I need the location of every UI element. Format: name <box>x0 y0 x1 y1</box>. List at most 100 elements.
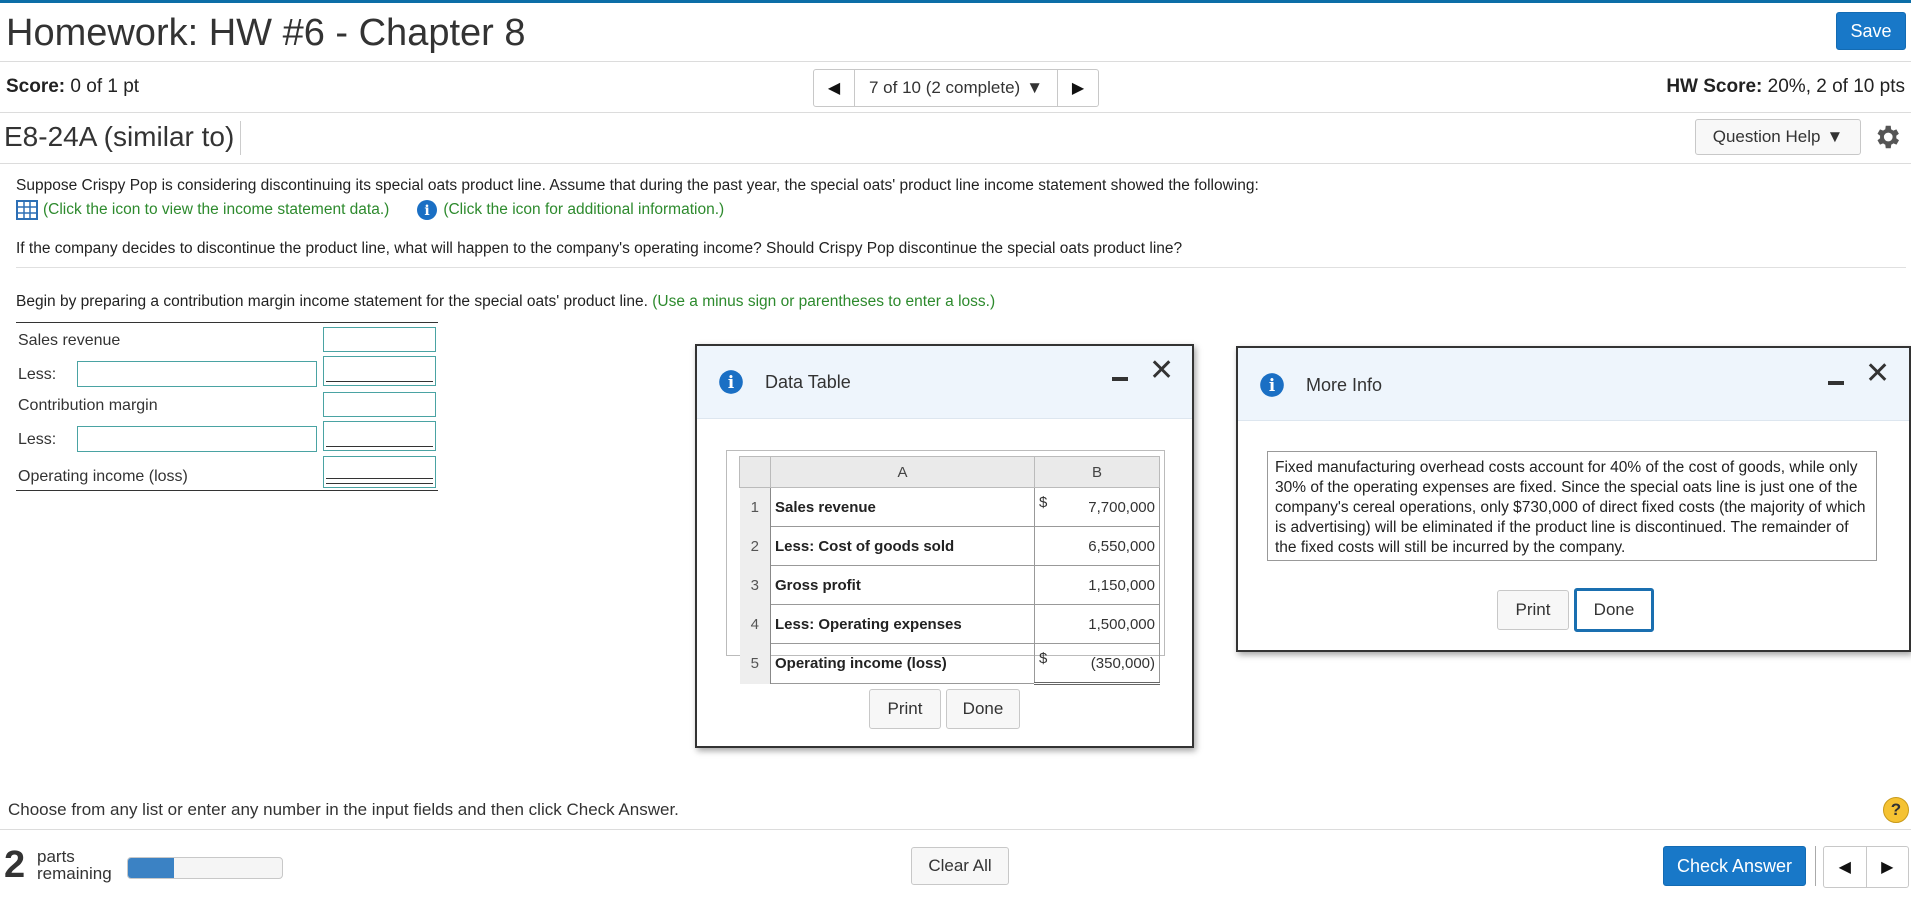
row-number: 1 <box>739 487 771 527</box>
statement-bottom-rule <box>16 490 438 491</box>
save-button[interactable]: Save <box>1836 12 1906 50</box>
question-id: E8-24A (similar to) <box>4 121 242 155</box>
question-help-button[interactable]: Question Help ▼ <box>1695 119 1861 155</box>
score-value: 0 of 1 pt <box>70 76 140 97</box>
triangle-right-icon: ▶ <box>1071 80 1085 97</box>
contribution-margin-input[interactable] <box>323 392 436 417</box>
hw-score-value: 20%, 2 of 10 pts <box>1767 76 1905 97</box>
score-label: Score: <box>6 76 66 97</box>
resource-links: (Click the icon to view the income state… <box>16 199 724 221</box>
parts-progress-bar <box>127 857 283 879</box>
statement-row-contribution-margin: Contribution margin <box>18 397 158 414</box>
table-grid-icon[interactable] <box>16 200 38 220</box>
minimize-icon[interactable] <box>1112 377 1128 381</box>
income-statement-data-table: A B 1 Sales revenue $ 7,700,000 2 Less: … <box>726 450 1165 685</box>
instruction-text: Begin by preparing a contribution margin… <box>16 293 648 310</box>
row-currency <box>1034 604 1061 644</box>
statement-row-sales-revenue: Sales revenue <box>18 332 121 349</box>
more-info-text: Fixed manufacturing overhead costs accou… <box>1267 451 1877 561</box>
data-table-link[interactable]: (Click the icon to view the income state… <box>43 201 389 219</box>
footer-previous-button[interactable]: ◀ <box>1824 847 1867 887</box>
footer-nav-separator <box>1815 846 1816 886</box>
parts-remaining-label: parts remaining <box>37 848 112 882</box>
less-2-label-input[interactable] <box>77 426 317 452</box>
data-table-done-button[interactable]: Done <box>946 689 1020 729</box>
table-header-row: A B <box>739 456 1160 488</box>
data-table-dialog-title: Data Table <box>765 372 851 392</box>
table-row: 3 Gross profit 1,150,000 <box>739 565 1160 605</box>
row-value: (350,000) <box>1061 643 1160 685</box>
question-navigator: ◀ 7 of 10 (2 complete) ▼ ▶ <box>813 69 1100 107</box>
info-icon[interactable]: i <box>416 199 438 221</box>
score: Score: 0 of 1 pt <box>6 76 139 98</box>
sales-revenue-input[interactable] <box>323 327 436 352</box>
income-statement-table: A B 1 Sales revenue $ 7,700,000 2 Less: … <box>739 456 1160 685</box>
row-value: 6,550,000 <box>1061 526 1160 566</box>
table-row: 4 Less: Operating expenses 1,500,000 <box>739 604 1160 644</box>
row-label: Gross profit <box>770 565 1035 605</box>
table-row: 5 Operating income (loss) $ (350,000) <box>739 643 1160 685</box>
row-currency: $ <box>1034 487 1061 527</box>
triangle-down-icon: ▼ <box>1826 127 1844 146</box>
row-value: 7,700,000 <box>1061 487 1160 527</box>
svg-text:i: i <box>728 372 734 392</box>
svg-text:i: i <box>1269 375 1275 395</box>
less-1-label-input[interactable] <box>77 361 317 387</box>
more-info-print-button[interactable]: Print <box>1497 590 1569 630</box>
clear-all-button[interactable]: Clear All <box>911 847 1009 885</box>
question-position: 7 of 10 (2 complete) <box>869 78 1021 97</box>
triangle-down-icon: ▼ <box>1026 78 1044 97</box>
header: Homework: HW #6 - Chapter 8 Save <box>0 3 1911 62</box>
question-selector[interactable]: 7 of 10 (2 complete) ▼ <box>855 70 1057 106</box>
row-number: 4 <box>739 604 771 644</box>
footer-hint: Choose from any list or enter any number… <box>8 800 679 819</box>
more-info-dialog-title: More Info <box>1306 375 1383 395</box>
triangle-left-icon: ◀ <box>827 80 841 97</box>
table-row: 1 Sales revenue $ 7,700,000 <box>739 487 1160 527</box>
gear-icon[interactable] <box>1872 122 1902 152</box>
data-table-dialog-header: i Data Table ✕ <box>697 346 1192 419</box>
data-table-print-button[interactable]: Print <box>869 689 941 729</box>
row-currency: $ <box>1034 643 1061 685</box>
row-number: 3 <box>739 565 771 605</box>
more-info-done-button[interactable]: Done <box>1574 588 1654 632</box>
next-question-button[interactable]: ▶ <box>1057 70 1098 106</box>
svg-text:i: i <box>425 203 430 219</box>
question-bar: E8-24A (similar to) Question Help ▼ <box>0 113 1911 164</box>
row-currency <box>1034 526 1061 566</box>
page-title: Homework: HW #6 - Chapter 8 <box>6 12 526 54</box>
footer-next-button[interactable]: ▶ <box>1867 847 1909 887</box>
row-value: 1,150,000 <box>1061 565 1160 605</box>
operating-income-input[interactable] <box>323 456 436 488</box>
data-table-dialog: i Data Table ✕ A B 1 Sales revenue $ 7,7… <box>695 344 1194 748</box>
parts-remaining-count: 2 <box>4 844 26 886</box>
hw-score: HW Score: 20%, 2 of 10 pts <box>1666 76 1905 98</box>
instruction: Begin by preparing a contribution margin… <box>16 293 995 311</box>
question-intro: Suppose Crispy Pop is considering discon… <box>16 177 1259 194</box>
parts-label-line2: remaining <box>37 864 112 883</box>
minimize-icon[interactable] <box>1828 381 1844 385</box>
row-label: Operating income (loss) <box>770 643 1035 684</box>
less-1-amount-input[interactable] <box>323 356 436 386</box>
parts-label-line1: parts <box>37 847 75 866</box>
close-icon[interactable]: ✕ <box>1149 356 1174 386</box>
close-icon[interactable]: ✕ <box>1865 359 1890 389</box>
divider <box>16 267 1906 268</box>
column-b-header: B <box>1034 456 1160 488</box>
previous-question-button[interactable]: ◀ <box>814 70 855 106</box>
check-answer-button[interactable]: Check Answer <box>1663 846 1806 886</box>
score-bar: Score: 0 of 1 pt ◀ 7 of 10 (2 complete) … <box>0 62 1911 113</box>
more-info-link[interactable]: (Click the icon for additional informati… <box>443 201 724 219</box>
statement-row-less-2: Less: <box>18 431 57 448</box>
more-info-dialog-header: i More Info ✕ <box>1238 348 1909 421</box>
footer-question-navigator: ◀ ▶ <box>1823 846 1909 888</box>
triangle-right-icon: ▶ <box>1881 859 1894 876</box>
row-label: Less: Operating expenses <box>770 604 1035 644</box>
question-help-label: Question Help <box>1712 127 1821 146</box>
row-label: Sales revenue <box>770 487 1035 527</box>
row-currency <box>1034 565 1061 605</box>
row-value: 1,500,000 <box>1061 604 1160 644</box>
row-label: Less: Cost of goods sold <box>770 526 1035 566</box>
less-2-amount-input[interactable] <box>323 421 436 451</box>
help-icon[interactable]: ? <box>1883 797 1909 823</box>
